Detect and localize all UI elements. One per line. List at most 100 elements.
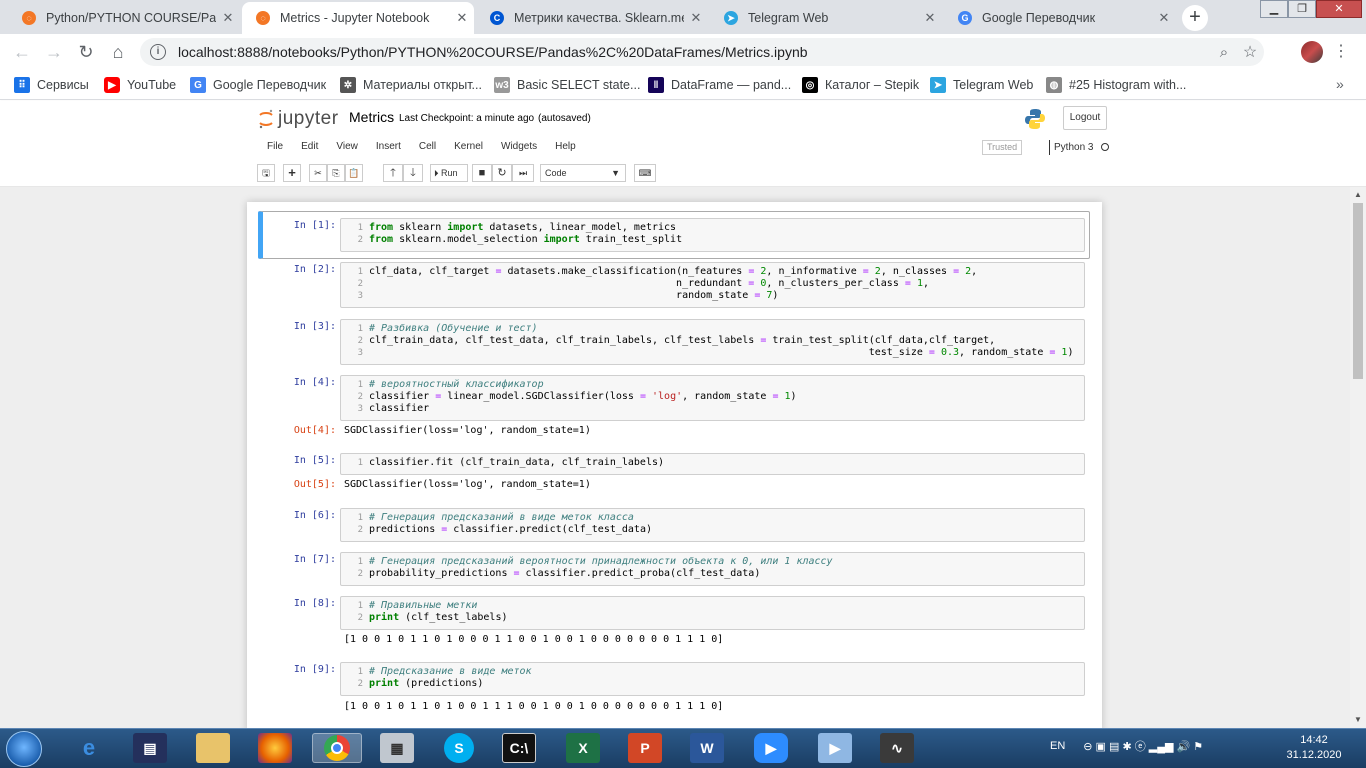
move-down-icon[interactable]: 🡓 [403, 164, 423, 182]
menu-edit[interactable]: Edit [292, 139, 327, 157]
bookmark-item[interactable]: ✲ Материалы открыт... [340, 77, 482, 93]
notebook-name[interactable]: Metrics [349, 109, 394, 125]
bookmark-item[interactable]: ➤ Telegram Web [930, 77, 1033, 93]
bookmarks-overflow-icon[interactable]: » [1336, 76, 1344, 92]
menu-kernel[interactable]: Kernel [445, 139, 492, 157]
taskbar-clock[interactable]: 14:42 31.12.2020 [1276, 733, 1352, 763]
bookmark-item[interactable]: G Google Переводчик [190, 77, 326, 93]
bookmark-item[interactable]: ‖ DataFrame — pand... [648, 77, 791, 93]
run-button[interactable]: ⏵ Run [430, 164, 468, 182]
address-bar[interactable]: i localhost:8888/notebooks/Python/PYTHON… [140, 38, 1264, 66]
browser-tab[interactable]: ➤ Telegram Web ✕ [710, 2, 942, 34]
stop-icon[interactable]: ■ [472, 164, 492, 182]
code-cell-editor[interactable]: 1 # Генерация предсказаний вероятности пр… [340, 552, 1085, 586]
close-window-button[interactable]: ✕ [1316, 0, 1362, 18]
language-indicator[interactable]: EN [1050, 740, 1065, 752]
bookmark-item[interactable]: ⠿ Сервисы [14, 77, 89, 93]
fast-forward-icon[interactable]: ⏭ [512, 164, 534, 182]
code-cell-editor[interactable]: 1 # Генерация предсказаний в виде меток к… [340, 508, 1085, 542]
menu-widgets[interactable]: Widgets [492, 139, 546, 157]
close-tab-icon[interactable]: ✕ [684, 10, 708, 26]
forward-arrow-icon[interactable]: → [42, 40, 66, 64]
code-cell-editor[interactable]: 1 # Разбивка (Обучение и тест) 2 clf_train_… [340, 319, 1085, 365]
bookmark-item[interactable]: ◎ Каталог – Stepik [802, 77, 919, 93]
skype-icon[interactable]: S [444, 733, 474, 763]
menu-cell[interactable]: Cell [410, 139, 445, 157]
copy-icon[interactable]: ⎘ [327, 164, 345, 182]
output-prompt: Out[5]: [293, 479, 336, 490]
powerpoint-icon[interactable]: P [628, 733, 662, 763]
calculator-icon[interactable]: ▦ [380, 733, 414, 763]
cell-type-select[interactable]: Code ▼ [540, 164, 626, 182]
bookmark-item[interactable]: ▶ YouTube [104, 77, 176, 93]
save-icon[interactable]: 🖫 [257, 164, 275, 182]
scroll-down-icon[interactable]: ▼ [1354, 715, 1362, 724]
profile-avatar[interactable] [1301, 41, 1323, 63]
code-cell-editor[interactable]: 1 # Правильные метки 2 print (clf_test_labe… [340, 596, 1085, 630]
code-line: # Предсказание в виде меток [369, 666, 532, 677]
scroll-up-icon[interactable]: ▲ [1354, 190, 1362, 199]
cell-output: [1 0 0 1 0 1 1 0 1 0 0 0 1 1 0 0 1 0 0 1… [344, 634, 724, 645]
code-line: # Генерация предсказаний вероятности при… [369, 556, 833, 567]
browser-menu-icon[interactable]: ⋮ [1333, 40, 1349, 64]
code-token: print [369, 612, 400, 623]
chrome-taskbar-button[interactable] [312, 733, 362, 763]
cut-icon[interactable]: ✂ [309, 164, 327, 182]
code-cell-editor[interactable]: 1 clf_data, clf_target = datasets.make_cl… [340, 262, 1085, 308]
code-cell-editor[interactable]: 1 # Предсказание в виде меток 2 print (pred… [340, 662, 1085, 696]
home-icon[interactable]: ⌂ [106, 40, 130, 64]
excel-icon[interactable]: X [566, 733, 600, 763]
code-cell-editor[interactable]: 1 classifier.fit (clf_train_data, clf_tra… [340, 453, 1085, 475]
code-token: random_state [369, 290, 755, 301]
menu-view[interactable]: View [327, 139, 367, 157]
bookmark-item[interactable]: w3 Basic SELECT state... [494, 77, 640, 93]
code-cell-editor[interactable]: 1 # вероятностный классификатор 2 classifie… [340, 375, 1085, 421]
word-icon[interactable]: W [690, 733, 724, 763]
move-up-icon[interactable]: 🡑 [383, 164, 403, 182]
save-app-icon[interactable]: ▤ [133, 733, 167, 763]
menu-file[interactable]: File [258, 139, 292, 157]
start-button[interactable] [6, 731, 42, 767]
logout-button[interactable]: Logout [1063, 106, 1107, 130]
scrollbar-thumb[interactable] [1353, 203, 1363, 379]
menu-help[interactable]: Help [546, 139, 585, 157]
bookmark-item[interactable]: ◍ #25 Histogram with... [1046, 77, 1186, 93]
site-info-icon[interactable]: i [150, 44, 166, 60]
maximize-window-button[interactable]: ❐ [1288, 0, 1316, 18]
command-prompt-icon[interactable]: C:\ [502, 733, 536, 763]
bookmark-star-icon[interactable]: ☆ [1236, 42, 1264, 62]
close-tab-icon[interactable]: ✕ [450, 10, 474, 26]
page-scrollbar[interactable]: ▲ ▼ [1350, 187, 1366, 728]
jupyter-logo-icon [259, 109, 273, 129]
new-tab-button[interactable]: + [1182, 5, 1208, 31]
insert-cell-icon[interactable]: + [283, 164, 301, 182]
zoom-app-icon[interactable]: ▶ [754, 733, 788, 763]
paste-icon[interactable]: 📋 [345, 164, 363, 182]
file-explorer-icon[interactable] [196, 733, 230, 763]
code-cell-editor[interactable]: 1 from sklearn import datasets, linear_mo… [340, 218, 1085, 252]
close-tab-icon[interactable]: ✕ [918, 10, 942, 26]
minimize-window-button[interactable]: ▁ [1260, 0, 1288, 18]
browser-tab[interactable]: ◌ Metrics - Jupyter Notebook ✕ [242, 2, 474, 34]
tray-icons[interactable]: ⊖ ▣ ▤ ✱ ⓔ ▂▄▆ 🔊 ⚑ [1083, 738, 1203, 754]
menu-insert[interactable]: Insert [367, 139, 410, 157]
zoom-icon[interactable]: ⌕ [1212, 44, 1236, 61]
restart-icon[interactable]: ↻ [492, 164, 512, 182]
close-tab-icon[interactable]: ✕ [1152, 10, 1176, 26]
media-player-icon[interactable]: ▶ [818, 733, 852, 763]
wireshark-icon[interactable]: ∿ [880, 733, 914, 763]
firefox-icon[interactable] [258, 733, 292, 763]
browser-tab[interactable]: G Google Переводчик ✕ [944, 2, 1176, 34]
trusted-indicator[interactable]: Trusted [982, 140, 1023, 155]
jupyter-logo[interactable]: jupyter [258, 108, 339, 130]
internet-explorer-icon[interactable]: e [72, 733, 106, 763]
keyboard-icon[interactable]: ⌨ [634, 164, 656, 182]
url-text[interactable]: localhost:8888/notebooks/Python/PYTHON%2… [178, 44, 1212, 60]
back-arrow-icon[interactable]: ← [10, 40, 34, 64]
reload-icon[interactable]: ↻ [74, 40, 98, 64]
browser-tab[interactable]: C Метрики качества. Sklearn.met ✕ [476, 2, 708, 34]
code-token: # Генерация предсказаний вероятности при… [369, 556, 833, 567]
close-tab-icon[interactable]: ✕ [216, 10, 240, 26]
code-token: # Разбивка (Обучение и тест) [369, 323, 538, 334]
browser-tab[interactable]: ◌ Python/PYTHON COURSE/Panda✕ [8, 2, 240, 34]
